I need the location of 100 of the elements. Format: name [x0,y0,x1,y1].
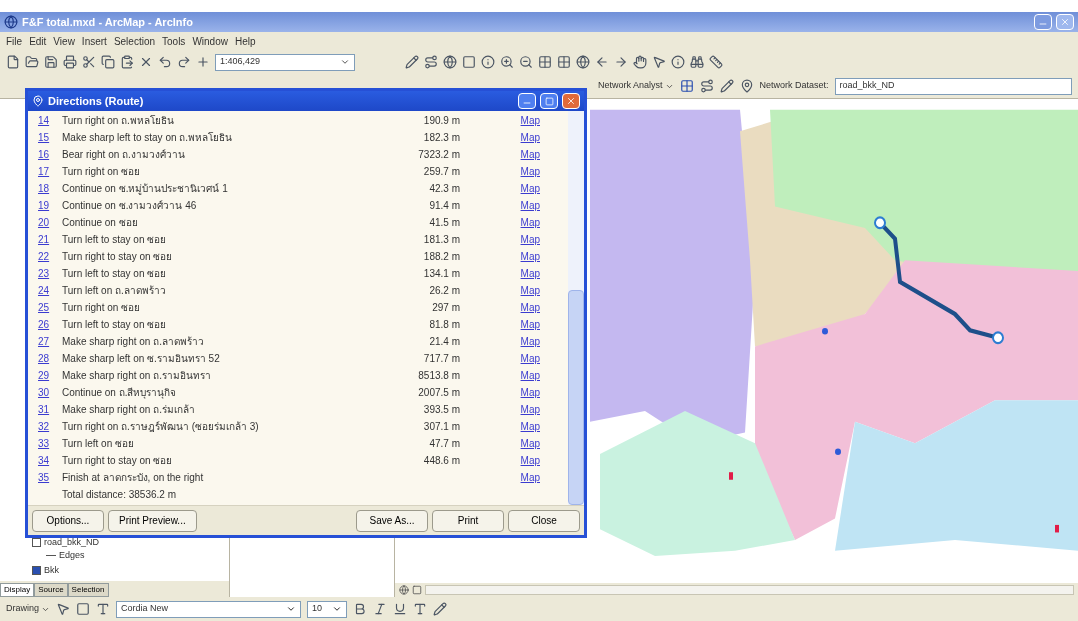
back-icon[interactable] [595,55,609,69]
step-number-link[interactable]: 32 [38,421,62,432]
map-link[interactable]: Map [460,404,560,415]
font-color-icon[interactable] [413,602,427,616]
cut-icon[interactable] [82,55,96,69]
menu-item[interactable]: Insert [81,33,107,49]
zoom-in-icon[interactable] [500,55,514,69]
folder-icon[interactable] [25,55,39,69]
map-link[interactable]: Map [460,319,560,330]
scrollbar[interactable] [568,111,584,505]
step-number-link[interactable]: 34 [38,455,62,466]
copy-icon[interactable] [101,55,115,69]
menu-item[interactable]: Selection [113,33,155,49]
minimize-button[interactable] [1034,14,1052,30]
drawing-menu[interactable]: Drawing [6,602,50,616]
toc-tab[interactable]: Source [34,583,68,597]
network-dataset-field[interactable]: road_bkk_ND [834,77,1072,95]
dialog-button[interactable]: Print [432,509,504,532]
text-icon[interactable] [96,602,110,616]
edit-icon[interactable] [405,55,419,69]
step-number-link[interactable]: 26 [38,319,62,330]
dialog-button[interactable]: Save As... [356,509,428,532]
line-color-icon[interactable] [433,602,447,616]
undo-icon[interactable] [158,55,172,69]
map-link[interactable]: Map [460,455,560,466]
horizontal-scrollbar[interactable] [425,585,1074,595]
map-link[interactable]: Map [460,115,560,126]
map-link[interactable]: Map [460,132,560,143]
italic-icon[interactable] [373,602,387,616]
step-number-link[interactable]: 18 [38,183,62,194]
map-link[interactable]: Map [460,183,560,194]
map-link[interactable]: Map [460,438,560,449]
map-link[interactable]: Map [460,217,560,228]
print-icon[interactable] [63,55,77,69]
map-link[interactable]: Map [460,336,560,347]
map-link[interactable]: Map [460,353,560,364]
identify-icon[interactable] [671,55,685,69]
rectangle-icon[interactable] [76,602,90,616]
close-button[interactable] [562,93,580,109]
step-number-link[interactable]: 19 [38,200,62,211]
toc-tab[interactable]: Display [0,583,35,597]
edit-icon[interactable] [719,79,734,93]
map-link[interactable]: Map [460,251,560,262]
toc-tab[interactable]: Selection [67,583,109,597]
scale-field[interactable]: 1:406,429 [215,53,355,71]
step-number-link[interactable]: 27 [38,336,62,347]
map-link[interactable]: Map [460,370,560,381]
bold-icon[interactable] [353,602,367,616]
map-link[interactable]: Map [460,149,560,160]
menu-item[interactable]: View [53,33,75,49]
map-link[interactable]: Map [460,302,560,313]
step-number-link[interactable]: 17 [38,166,62,177]
grid-icon[interactable] [538,55,552,69]
step-number-link[interactable]: 31 [38,404,62,415]
map-link[interactable]: Map [460,268,560,279]
font-size-field[interactable]: 10 [307,600,347,618]
save-icon[interactable] [44,55,58,69]
new-file-icon[interactable] [6,55,20,69]
step-number-link[interactable]: 30 [38,387,62,398]
step-number-link[interactable]: 16 [38,149,62,160]
layer-name[interactable]: Edges [59,549,85,563]
layer-checkbox[interactable] [32,537,41,547]
step-number-link[interactable]: 33 [38,438,62,449]
menu-item[interactable]: Help [234,33,256,49]
help-icon[interactable] [481,55,495,69]
network-analyst-menu[interactable]: Network Analyst [598,79,674,93]
minimize-button[interactable] [518,93,536,109]
map-link[interactable]: Map [460,421,560,432]
map-link[interactable]: Map [460,200,560,211]
map-link[interactable]: Map [460,234,560,245]
font-field[interactable]: Cordia New [116,600,301,618]
step-number-link[interactable]: 25 [38,302,62,313]
delete-icon[interactable] [139,55,153,69]
dialog-button[interactable]: Options... [32,509,104,532]
pin-icon[interactable] [739,79,754,93]
dialog-button[interactable]: Print Preview... [108,509,197,532]
menu-item[interactable]: File [6,33,23,49]
step-number-link[interactable]: 22 [38,251,62,262]
map-link[interactable]: Map [460,472,560,483]
step-number-link[interactable]: 20 [38,217,62,228]
layer-checkbox[interactable] [32,565,41,575]
layer-name[interactable]: Bkk [44,563,59,577]
step-number-link[interactable]: 35 [38,472,62,483]
step-number-link[interactable]: 29 [38,370,62,381]
map-link[interactable]: Map [460,285,560,296]
map-link[interactable]: Map [460,166,560,177]
step-number-link[interactable]: 15 [38,132,62,143]
step-number-link[interactable]: 23 [38,268,62,279]
forward-icon[interactable] [614,55,628,69]
select-icon[interactable] [652,55,666,69]
step-number-link[interactable]: 24 [38,285,62,296]
map-link[interactable]: Map [460,387,560,398]
globe-icon[interactable] [443,55,457,69]
step-number-link[interactable]: 21 [38,234,62,245]
step-number-link[interactable]: 28 [38,353,62,364]
menu-item[interactable]: Edit [29,33,47,49]
dialog-button[interactable]: Close [508,509,580,532]
menu-item[interactable]: Tools [162,33,186,49]
layer-name[interactable]: road_bkk_ND [44,535,100,549]
step-number-link[interactable]: 14 [38,115,62,126]
